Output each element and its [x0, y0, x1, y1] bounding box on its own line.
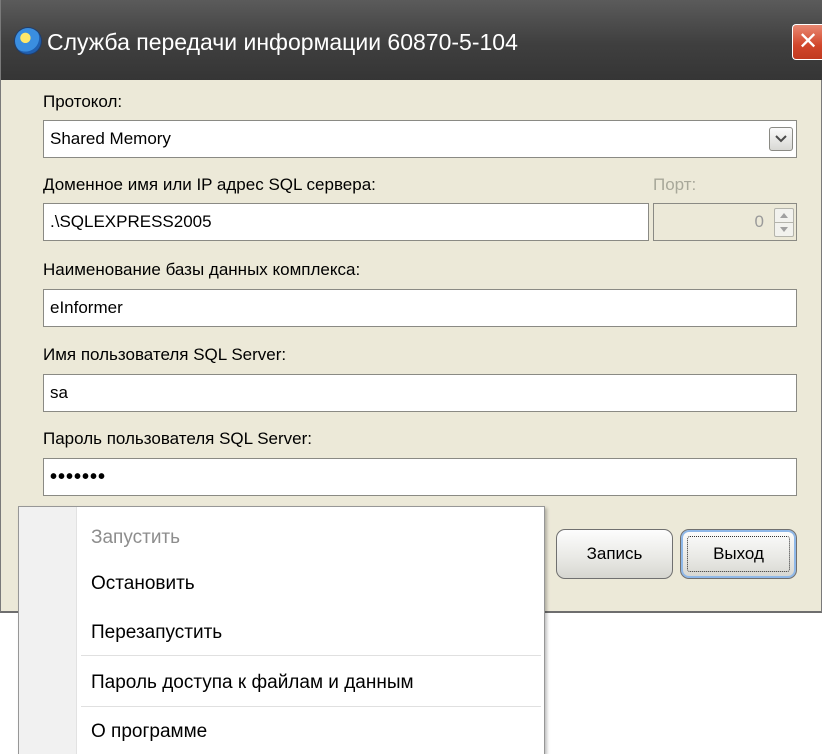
- server-label: Доменное имя или IP адрес SQL сервера:: [43, 175, 376, 194]
- server-input-value: .\SQLEXPRESS2005: [50, 212, 212, 231]
- port-label: Порт:: [653, 175, 697, 194]
- exit-button[interactable]: Выход: [680, 529, 797, 579]
- database-input[interactable]: eInformer: [43, 289, 797, 327]
- exit-button-label: Выход: [713, 544, 764, 563]
- menu-item-access-password[interactable]: Пароль доступа к файлам и данным: [91, 668, 414, 698]
- user-label: Имя пользователя SQL Server:: [43, 345, 287, 364]
- database-input-value: eInformer: [50, 298, 123, 317]
- spinner-up-icon: [775, 209, 793, 223]
- app-globe-icon: [15, 28, 41, 54]
- close-button[interactable]: ✕: [792, 24, 822, 60]
- chevron-down-icon[interactable]: [769, 127, 793, 151]
- window-title: Служба передачи информации 60870-5-104: [47, 29, 518, 55]
- database-label: Наименование базы данных комплекса:: [43, 260, 361, 279]
- password-mask: •••••••: [50, 466, 107, 488]
- menu-separator: [81, 706, 541, 708]
- context-menu: Запустить Остановить Перезапустить Парол…: [18, 506, 545, 754]
- port-spinner: [774, 208, 794, 237]
- user-input-value: sa: [50, 383, 68, 402]
- menu-item-restart[interactable]: Перезапустить: [91, 618, 222, 648]
- close-icon: ✕: [797, 27, 819, 55]
- save-button-label: Запись: [586, 544, 643, 563]
- port-stepper: 0: [653, 203, 797, 241]
- spinner-down-icon: [775, 223, 793, 236]
- protocol-select-value: Shared Memory: [50, 129, 171, 148]
- password-input[interactable]: •••••••: [43, 458, 797, 496]
- menu-item-about[interactable]: О программе: [91, 717, 207, 747]
- title-bar[interactable]: Служба передачи информации 60870-5-104 ✕: [1, 0, 822, 80]
- server-input[interactable]: .\SQLEXPRESS2005: [43, 203, 649, 241]
- menu-separator: [81, 655, 541, 657]
- protocol-select[interactable]: Shared Memory: [43, 120, 797, 158]
- user-input[interactable]: sa: [43, 374, 797, 412]
- password-label: Пароль пользователя SQL Server:: [43, 429, 312, 448]
- menu-item-start[interactable]: Запустить: [91, 523, 180, 553]
- menu-item-stop[interactable]: Остановить: [91, 569, 195, 599]
- save-button[interactable]: Запись: [556, 529, 673, 579]
- protocol-label: Протокол:: [43, 92, 123, 111]
- port-value: 0: [754, 212, 764, 231]
- context-menu-icon-gutter: [19, 507, 77, 754]
